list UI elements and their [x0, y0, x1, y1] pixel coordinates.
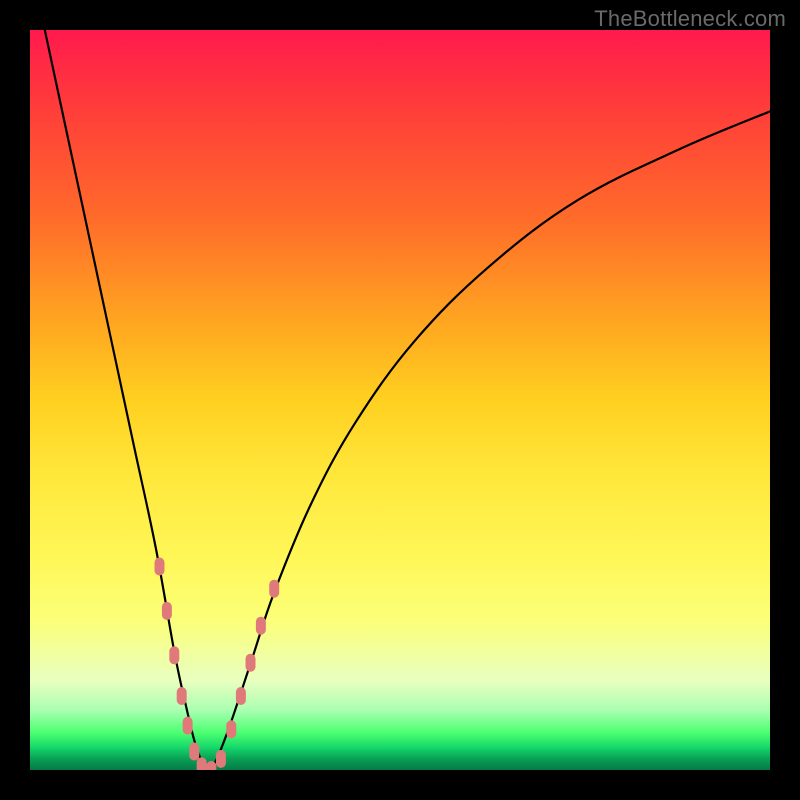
chart-frame: TheBottleneck.com [0, 0, 800, 800]
highlight-dot [169, 646, 179, 664]
highlight-dot [177, 687, 187, 705]
highlight-dot [155, 558, 165, 576]
highlight-dot [183, 717, 193, 735]
highlight-dot [216, 750, 226, 768]
highlight-dots [155, 558, 280, 771]
curve-layer [30, 30, 770, 770]
highlight-dot [189, 743, 199, 761]
highlight-dot [246, 654, 256, 672]
highlight-dot [269, 580, 279, 598]
highlight-dot [256, 617, 266, 635]
highlight-dot [197, 757, 207, 770]
plot-area [30, 30, 770, 770]
watermark-text: TheBottleneck.com [594, 6, 786, 32]
highlight-dot [226, 720, 236, 738]
highlight-dot [162, 602, 172, 620]
bottleneck-curve [45, 30, 770, 770]
highlight-dot [236, 687, 246, 705]
